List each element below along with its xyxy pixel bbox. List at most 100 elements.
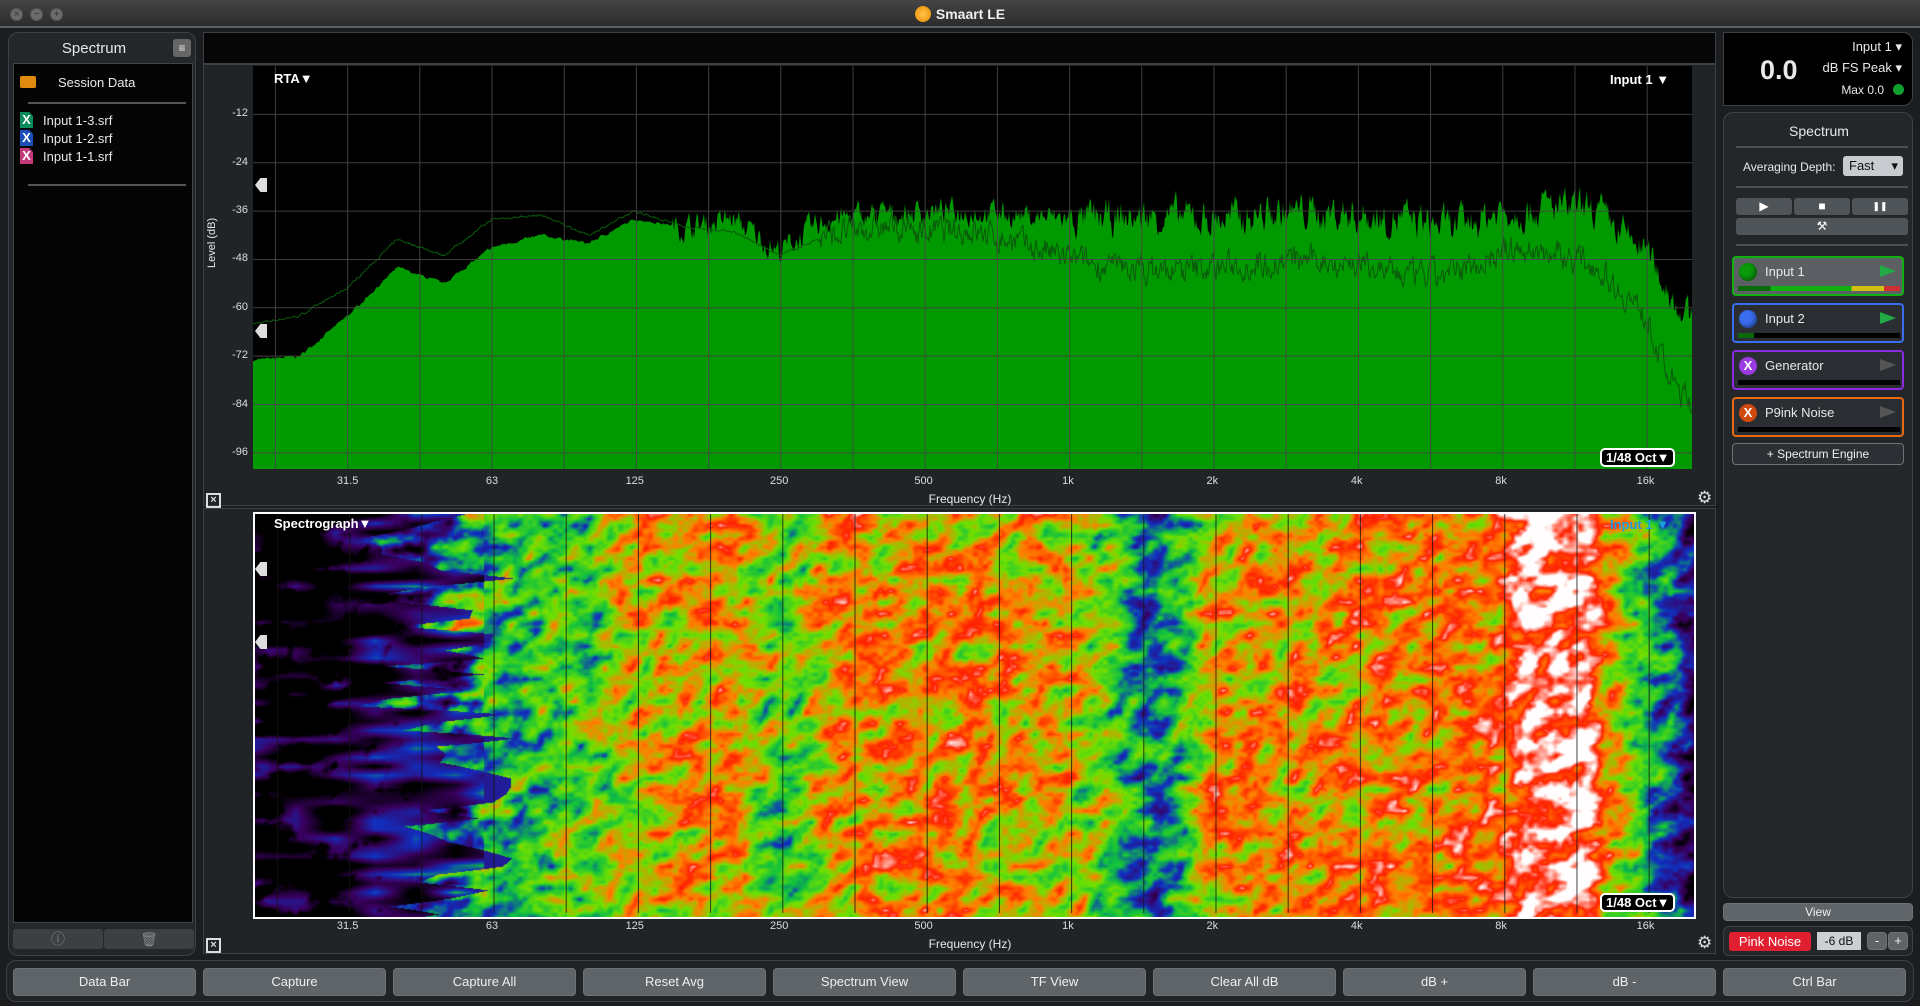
- engine-card-p9ink-noise[interactable]: X P9ink Noise: [1732, 397, 1904, 437]
- hamburger-icon[interactable]: ≡: [173, 39, 191, 57]
- engine-off-icon[interactable]: X: [1739, 357, 1757, 375]
- level-meter: Input 1 ▾ 0.0 dB FS Peak ▾ Max 0.0: [1723, 32, 1913, 106]
- spectrograph-x-tick-label: 1k: [1062, 920, 1074, 932]
- delete-button[interactable]: 🗑: [104, 929, 194, 949]
- spectrograph-source-dropdown[interactable]: Input 1 ▼: [1610, 517, 1669, 532]
- engine-play-icon[interactable]: [1880, 406, 1896, 418]
- spectrograph-mode-dropdown[interactable]: Spectrograph▼: [274, 516, 371, 531]
- spectrograph-x-tick-label: 2k: [1206, 920, 1219, 932]
- play-icon: ▶: [1759, 199, 1769, 213]
- tools-button[interactable]: ⚒: [1736, 218, 1908, 235]
- tree-file-item[interactable]: X Input 1-1.srf: [20, 146, 112, 166]
- play-button[interactable]: ▶: [1736, 198, 1792, 215]
- window-title: Smaart LE: [935, 6, 1006, 22]
- meter-unit-dropdown[interactable]: dB FS Peak ▾: [1822, 60, 1902, 76]
- engine-card-generator[interactable]: X Generator: [1732, 350, 1904, 390]
- stop-icon: ■: [1818, 199, 1826, 213]
- stop-button[interactable]: ■: [1794, 198, 1850, 215]
- pause-icon: ❚❚: [1872, 201, 1888, 211]
- divider: [1736, 146, 1908, 148]
- engine-play-icon[interactable]: [1880, 265, 1896, 277]
- divider: [28, 184, 186, 186]
- divider: [1736, 186, 1908, 188]
- meter-unit-label: dB FS Peak: [1822, 60, 1892, 75]
- rta-y-tick-label: -72: [232, 349, 248, 362]
- bottom-button-reset-avg[interactable]: Reset Avg: [583, 968, 766, 996]
- spectrograph-grid: [276, 514, 1650, 913]
- pink-noise-button[interactable]: Pink Noise: [1729, 932, 1811, 951]
- spectrograph-x-tick-label: 63: [485, 920, 499, 932]
- engine-level-meter: [1738, 333, 1900, 338]
- rta-resolution-dropdown[interactable]: 1/48 Oct▼: [1600, 448, 1676, 467]
- engine-play-icon[interactable]: [1880, 359, 1896, 371]
- engine-off-icon[interactable]: X: [1739, 404, 1757, 422]
- rta-y-tick-label: -24: [232, 155, 248, 168]
- bottom-button-spectrum-view[interactable]: Spectrum View: [773, 968, 956, 996]
- averaging-depth-value: Fast: [1849, 158, 1875, 173]
- pause-button[interactable]: ❚❚: [1852, 198, 1908, 215]
- meter-status-indicator: [1893, 84, 1904, 95]
- trash-icon: 🗑: [140, 931, 158, 947]
- rta-y-tick-label: -84: [232, 397, 248, 410]
- engine-play-icon[interactable]: [1880, 312, 1896, 324]
- divider: [1736, 244, 1908, 246]
- engine-card-input-1[interactable]: Input 1: [1732, 256, 1904, 296]
- spectrum-control-panel: Spectrum Averaging Depth: Fast ▾ ▶ ■ ❚❚ ⚒…: [1723, 112, 1913, 898]
- rta-x-tick-label: 1k: [1062, 475, 1074, 487]
- add-spectrum-engine-button[interactable]: + Spectrum Engine: [1732, 443, 1904, 465]
- plot-header-strip: [203, 32, 1716, 64]
- rta-plot[interactable]: [253, 66, 1692, 469]
- chevron-down-icon: ▾: [1895, 60, 1902, 75]
- engine-color-dot[interactable]: [1739, 310, 1757, 328]
- rta-x-tick-label: 4k: [1350, 475, 1363, 487]
- bottom-button-clear-all-db[interactable]: Clear All dB: [1153, 968, 1336, 996]
- meter-max: Max 0.0: [1841, 83, 1884, 97]
- tree-file-item[interactable]: X Input 1-2.srf: [20, 128, 112, 148]
- tree-folder-session-data[interactable]: Session Data: [20, 72, 135, 92]
- chevron-down-icon: ▾: [1895, 39, 1902, 54]
- close-rta-plot-icon[interactable]: ×: [206, 493, 221, 508]
- divider: [28, 102, 186, 104]
- engine-card-input-2[interactable]: Input 2: [1732, 303, 1904, 343]
- rta-source-dropdown[interactable]: Input 1 ▼: [1610, 72, 1669, 87]
- close-spectrograph-plot-icon[interactable]: ×: [206, 938, 221, 953]
- generator-level-up-button[interactable]: +: [1888, 932, 1908, 950]
- generator-level-down-button[interactable]: -: [1867, 932, 1887, 950]
- averaging-depth-select[interactable]: Fast ▾: [1843, 156, 1903, 176]
- tree-file-item[interactable]: X Input 1-3.srf: [20, 110, 112, 130]
- file-x-icon: X: [20, 112, 33, 128]
- spectrograph-x-tick-label: 31.5: [336, 920, 359, 932]
- file-name: Input 1-1.srf: [43, 148, 113, 164]
- rta-x-tick-label: 250: [769, 475, 789, 487]
- view-button[interactable]: View: [1723, 903, 1913, 921]
- rta-y-tick-label: -12: [232, 107, 248, 120]
- meter-source-dropdown[interactable]: Input 1 ▾: [1852, 39, 1902, 55]
- generator-bar: Pink Noise -6 dB - +: [1723, 926, 1913, 956]
- info-button[interactable]: ⓘ: [13, 929, 103, 949]
- spectrograph-resolution-dropdown[interactable]: 1/48 Oct▼: [1600, 893, 1676, 912]
- bottom-button-ctrl-bar[interactable]: Ctrl Bar: [1723, 968, 1906, 996]
- data-panel-title: Spectrum: [61, 40, 127, 57]
- bottom-button-capture[interactable]: Capture: [203, 968, 386, 996]
- rta-x-tick-label: 8k: [1495, 475, 1507, 487]
- rta-settings-gear-icon[interactable]: ⚙: [1697, 488, 1712, 508]
- bottom-button-capture-all[interactable]: Capture All: [393, 968, 576, 996]
- engine-name: Input 1: [1765, 264, 1805, 279]
- generator-level-field[interactable]: -6 dB: [1817, 932, 1861, 950]
- rta-x-tick-label: 2k: [1206, 475, 1219, 487]
- bottom-button-db-[interactable]: dB +: [1343, 968, 1526, 996]
- engine-name: Input 2: [1765, 311, 1805, 326]
- spectrograph-settings-gear-icon[interactable]: ⚙: [1697, 933, 1712, 953]
- rta-y-tick-label: -60: [232, 300, 248, 313]
- bottom-button-data-bar[interactable]: Data Bar: [13, 968, 196, 996]
- averaging-depth-label: Averaging Depth:: [1743, 160, 1836, 174]
- meter-source-label: Input 1: [1852, 39, 1892, 54]
- engine-name: Generator: [1765, 358, 1824, 373]
- rta-y-tick-label: -48: [232, 252, 248, 265]
- bottom-button-db-[interactable]: dB -: [1533, 968, 1716, 996]
- rta-mode-dropdown[interactable]: RTA▼: [274, 71, 313, 86]
- bottom-button-tf-view[interactable]: TF View: [963, 968, 1146, 996]
- engine-level-meter: [1738, 380, 1900, 385]
- engine-color-dot[interactable]: [1739, 263, 1757, 281]
- info-icon: ⓘ: [51, 931, 65, 947]
